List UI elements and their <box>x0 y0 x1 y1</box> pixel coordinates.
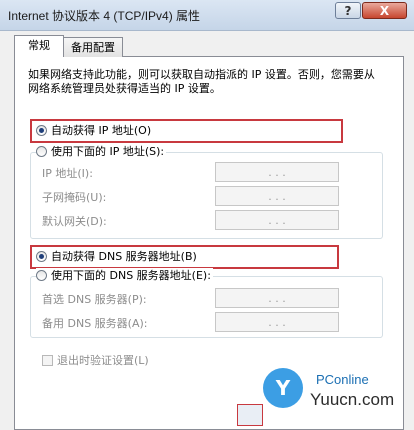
ip-address-input[interactable]: . . . <box>215 162 339 182</box>
radio-manual-dns[interactable]: 使用下面的 DNS 服务器地址(E): <box>36 268 213 284</box>
default-gateway-input[interactable]: . . . <box>215 210 339 230</box>
alternate-dns-value: . . . <box>268 315 286 329</box>
subnet-mask-value: . . . <box>268 189 286 203</box>
help-button[interactable]: ? <box>335 2 361 19</box>
subnet-mask-label: 子网掩码(U): <box>42 191 107 204</box>
radio-button[interactable] <box>36 125 47 136</box>
watermark-site: Yuucn.com <box>310 390 395 409</box>
validate-on-exit-checkbox-row[interactable]: 退出时验证设置(L) <box>42 352 149 368</box>
preferred-dns-label: 首选 DNS 服务器(P): <box>42 293 147 306</box>
ip-address-label: IP 地址(I): <box>42 167 93 180</box>
watermark-brand: PConline <box>316 372 369 387</box>
radio-auto-ip-label: 自动获得 IP 地址(O) <box>51 124 152 137</box>
window-title: Internet 协议版本 4 (TCP/IPv4) 属性 <box>8 9 201 23</box>
radio-manual-ip[interactable]: 使用下面的 IP 地址(S): <box>36 144 167 160</box>
title-bar: Internet 协议版本 4 (TCP/IPv4) 属性 ? X <box>0 0 414 31</box>
preferred-dns-value: . . . <box>268 291 286 305</box>
radio-button[interactable] <box>36 270 47 281</box>
ip-address-value: . . . <box>268 165 286 179</box>
radio-button[interactable] <box>36 251 47 262</box>
radio-auto-dns-label: 自动获得 DNS 服务器地址(B) <box>51 250 197 263</box>
tab-general[interactable]: 常规 <box>14 35 64 57</box>
alternate-dns-label: 备用 DNS 服务器(A): <box>42 317 148 330</box>
default-gateway-label: 默认网关(D): <box>42 215 107 228</box>
ok-button-partial[interactable] <box>237 404 263 426</box>
validate-on-exit-checkbox[interactable] <box>42 355 53 366</box>
default-gateway-value: . . . <box>268 213 286 227</box>
preferred-dns-input[interactable]: . . . <box>215 288 339 308</box>
radio-manual-ip-label: 使用下面的 IP 地址(S): <box>51 145 165 158</box>
validate-on-exit-label: 退出时验证设置(L) <box>57 354 149 367</box>
close-button[interactable]: X <box>362 2 407 19</box>
subnet-mask-input[interactable]: . . . <box>215 186 339 206</box>
radio-auto-dns[interactable]: 自动获得 DNS 服务器地址(B) <box>36 249 197 265</box>
alternate-dns-input[interactable]: . . . <box>215 312 339 332</box>
tab-alternate-configuration[interactable]: 备用配置 <box>63 37 123 57</box>
description-text: 如果网络支持此功能，则可以获取自动指派的 IP 设置。否则，您需要从网络系统管理… <box>28 68 375 95</box>
radio-manual-dns-label: 使用下面的 DNS 服务器地址(E): <box>51 269 211 282</box>
watermark-logo-icon: Y <box>263 368 303 408</box>
radio-button[interactable] <box>36 146 47 157</box>
radio-auto-ip[interactable]: 自动获得 IP 地址(O) <box>36 123 151 139</box>
